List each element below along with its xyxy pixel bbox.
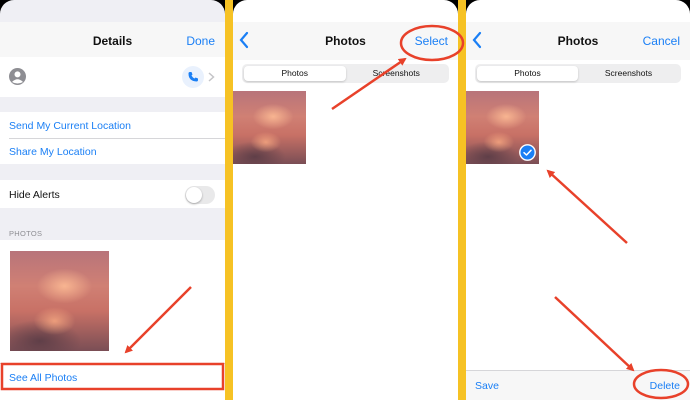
toggle-knob: [186, 187, 202, 203]
photos-section-header: PHOTOS: [9, 229, 43, 238]
cancel-button[interactable]: Cancel: [643, 34, 680, 48]
tab-screenshots[interactable]: Screenshots: [578, 66, 679, 81]
photo-thumbnail[interactable]: [233, 91, 306, 164]
person-icon: [9, 68, 26, 85]
row-divider: [9, 138, 225, 139]
photos-select-screen: Photos Cancel Photos Screenshots Save De…: [466, 0, 690, 400]
checkmark-icon: [519, 144, 536, 161]
select-button[interactable]: Select: [415, 34, 448, 48]
panel-separator: [225, 0, 233, 400]
panel-separator: [458, 0, 466, 400]
chevron-right-icon[interactable]: [208, 72, 215, 82]
share-location-link[interactable]: Share My Location: [9, 146, 97, 158]
tab-screenshots[interactable]: Screenshots: [346, 66, 448, 81]
photo-thumbnail[interactable]: [10, 251, 109, 351]
photos-section: See All Photos: [0, 240, 225, 400]
photos-segmented-control: Photos Screenshots: [242, 64, 449, 83]
photos-screen: Photos Select Photos Screenshots: [233, 0, 458, 400]
send-current-location-link[interactable]: Send My Current Location: [9, 120, 131, 132]
photos-navbar: Photos Select: [233, 22, 458, 60]
photos-select-navbar: Photos Cancel: [466, 22, 690, 60]
delete-button[interactable]: Delete: [650, 380, 680, 392]
hide-alerts-label: Hide Alerts: [9, 189, 60, 201]
save-button[interactable]: Save: [475, 380, 499, 392]
phone-icon: [188, 72, 198, 82]
phone-call-button[interactable]: [182, 66, 204, 88]
details-screen: Details Done Send My Current Location Sh…: [0, 0, 225, 400]
location-group: Send My Current Location Share My Locati…: [0, 112, 225, 164]
contact-row[interactable]: [0, 57, 225, 97]
photos-segmented-control: Photos Screenshots: [475, 64, 681, 83]
hide-alerts-toggle[interactable]: [185, 186, 215, 204]
tab-photos[interactable]: Photos: [244, 66, 346, 81]
details-navbar: Details Done: [0, 22, 225, 60]
hide-alerts-row: Hide Alerts: [0, 180, 225, 208]
see-all-photos-link[interactable]: See All Photos: [9, 372, 77, 384]
row-divider: [0, 363, 225, 364]
tab-photos[interactable]: Photos: [477, 66, 578, 81]
bottom-toolbar: Save Delete: [466, 370, 690, 400]
done-button[interactable]: Done: [186, 34, 215, 48]
